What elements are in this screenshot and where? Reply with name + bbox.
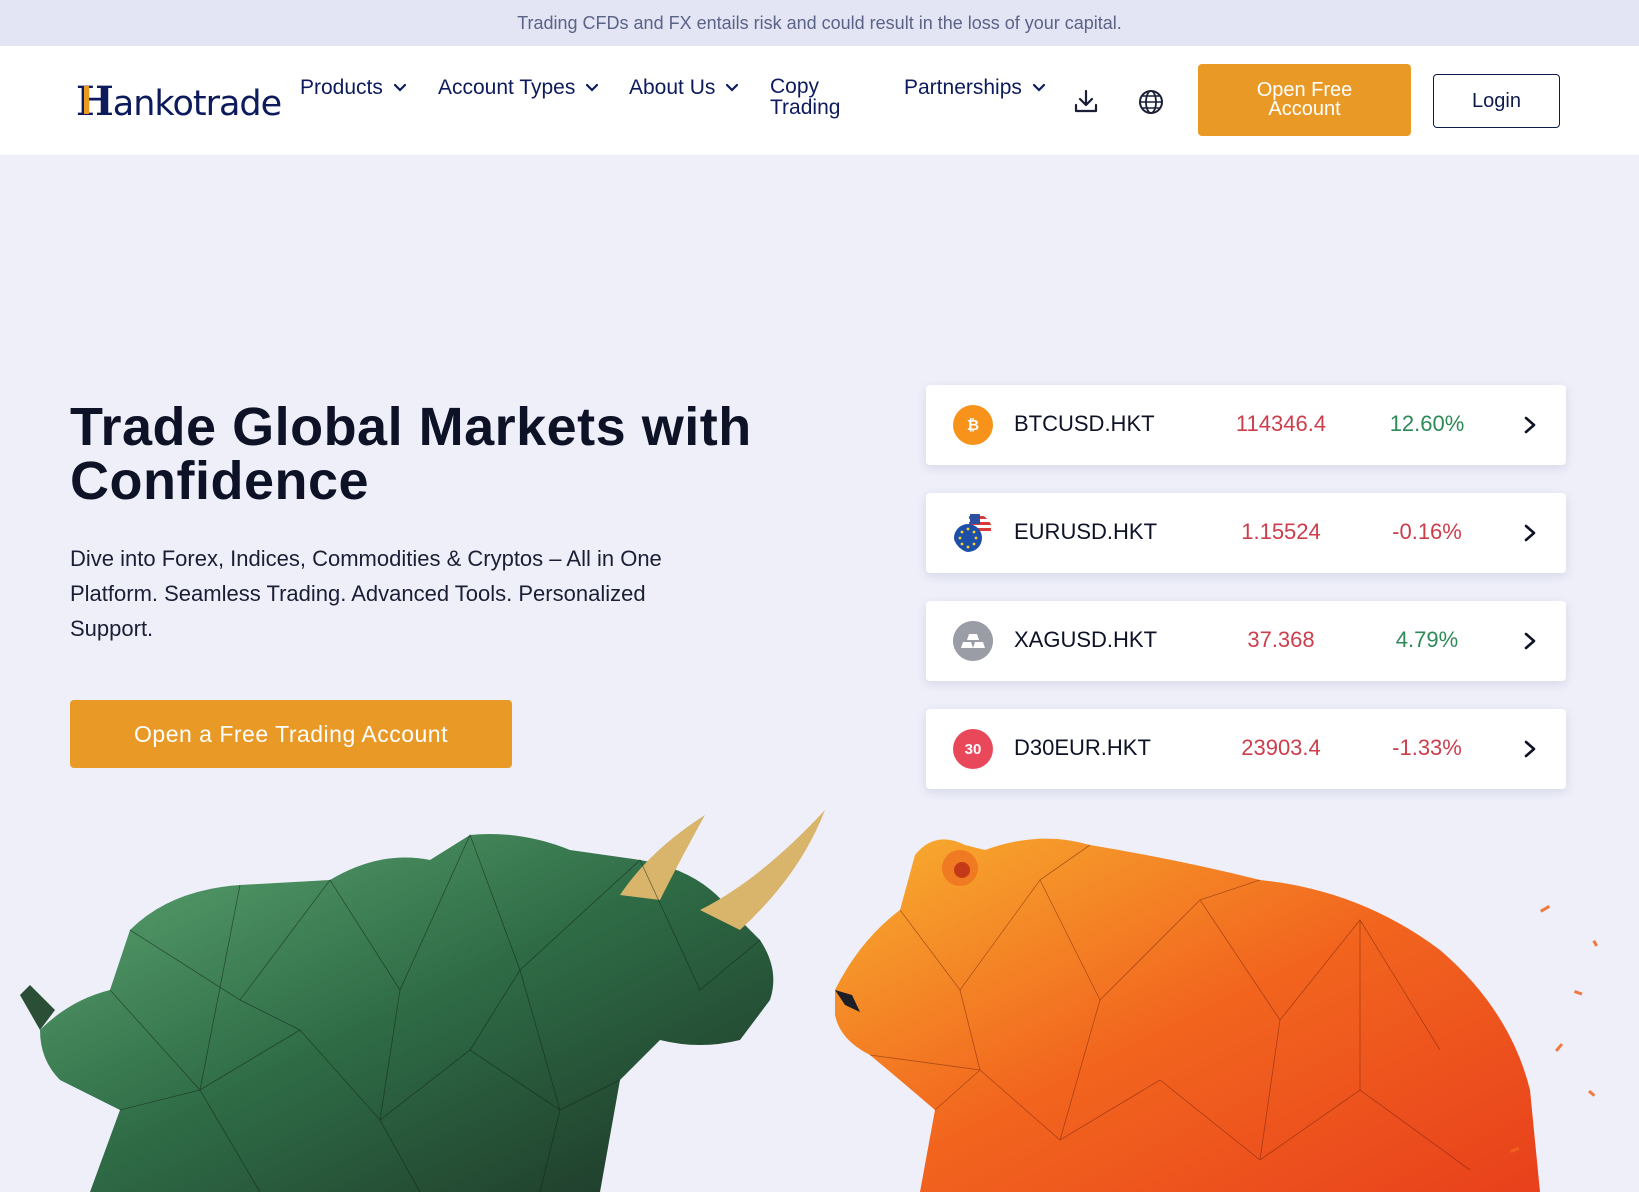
chevron-right-icon[interactable] — [1520, 737, 1540, 761]
nav-copy-trading-line1: Copy — [770, 75, 820, 98]
ticker-row-d30eur[interactable]: 30 D30EUR.HKT 23903.4 -1.33% — [926, 709, 1566, 789]
hero-title-line1: Trade Global Markets with — [70, 397, 752, 457]
nav-about-us-label: About Us — [629, 76, 716, 99]
open-free-account-button[interactable]: Open Free Account — [1198, 64, 1411, 136]
nav-partnerships[interactable]: Partnerships — [904, 76, 1046, 100]
chevron-right-icon[interactable] — [1520, 521, 1540, 545]
chevron-down-icon — [726, 83, 739, 92]
ticker-row-eurusd[interactable]: EURUSD.HKT 1.15524 -0.16% — [926, 493, 1566, 573]
ticker-change: -1.33% — [1392, 735, 1462, 760]
ticker-symbol: XAGUSD.HKT — [1014, 627, 1158, 652]
ticker-price: 114346.4 — [1235, 411, 1327, 436]
globe-icon[interactable] — [1137, 88, 1165, 116]
chevron-down-icon — [393, 83, 406, 92]
chevron-right-icon[interactable] — [1520, 629, 1540, 653]
index-30-icon: 30 — [953, 729, 993, 769]
hankotrade-logo[interactable]: Hankotrade — [76, 78, 282, 125]
login-label: Login — [1472, 89, 1521, 112]
ticker-change: -0.16% — [1392, 519, 1462, 544]
bitcoin-icon: ₿ — [953, 405, 993, 445]
chevron-down-icon — [1032, 83, 1045, 92]
ticker-price: 23903.4 — [1241, 735, 1321, 760]
ticker-price: 37.368 — [1247, 627, 1315, 652]
orange-bear-illustration — [835, 838, 1598, 1192]
nav-products[interactable]: Products — [300, 76, 407, 100]
ticker-price: 1.15524 — [1241, 519, 1321, 544]
ticker-symbol: EURUSD.HKT — [1014, 519, 1158, 544]
hero-title-line2: Confidence — [70, 451, 370, 511]
open-free-account-label: Open Free Account — [1256, 79, 1353, 120]
hero-cta-label: Open a Free Trading Account — [134, 720, 448, 747]
nav-copy-trading[interactable]: Copy Trading — [770, 76, 840, 118]
nav-copy-trading-line2: Trading — [770, 96, 841, 119]
ticker-change: 4.79% — [1395, 627, 1459, 652]
ticker-change: 12.60% — [1389, 411, 1465, 436]
risk-warning-banner: Trading CFDs and FX entails risk and cou… — [0, 0, 1639, 46]
download-icon[interactable] — [1072, 88, 1100, 116]
ticker-row-btcusd[interactable]: ₿ BTCUSD.HKT 114346.4 12.60% — [926, 385, 1566, 465]
nav-partnerships-label: Partnerships — [904, 76, 1022, 99]
chevron-down-icon — [586, 83, 599, 92]
nav-account-types-label: Account Types — [438, 76, 576, 99]
top-navbar: Hankotrade Products Account Types About … — [0, 46, 1639, 156]
login-button[interactable]: Login — [1433, 74, 1560, 128]
green-bull-illustration — [20, 810, 825, 1192]
open-free-trading-account-button[interactable]: Open a Free Trading Account — [70, 700, 512, 768]
chevron-right-icon[interactable] — [1520, 413, 1540, 437]
ticker-symbol: BTCUSD.HKT — [1014, 411, 1155, 436]
silver-bars-icon — [953, 621, 993, 661]
nav-about-us[interactable]: About Us — [629, 76, 739, 100]
nav-account-types[interactable]: Account Types — [438, 76, 599, 100]
hero-title: Trade Global Markets with Confidence — [70, 400, 790, 508]
risk-warning-text: Trading CFDs and FX entails risk and cou… — [517, 12, 1122, 33]
ticker-symbol: D30EUR.HKT — [1014, 735, 1151, 760]
hero-subtitle: Dive into Forex, Indices, Commodities & … — [70, 546, 662, 641]
eu-us-flag-icon — [954, 514, 992, 552]
nav-products-label: Products — [300, 76, 383, 99]
bull-bear-hero-illustration — [20, 810, 1598, 1192]
ticker-row-xagusd[interactable]: XAGUSD.HKT 37.368 4.79% — [926, 601, 1566, 681]
